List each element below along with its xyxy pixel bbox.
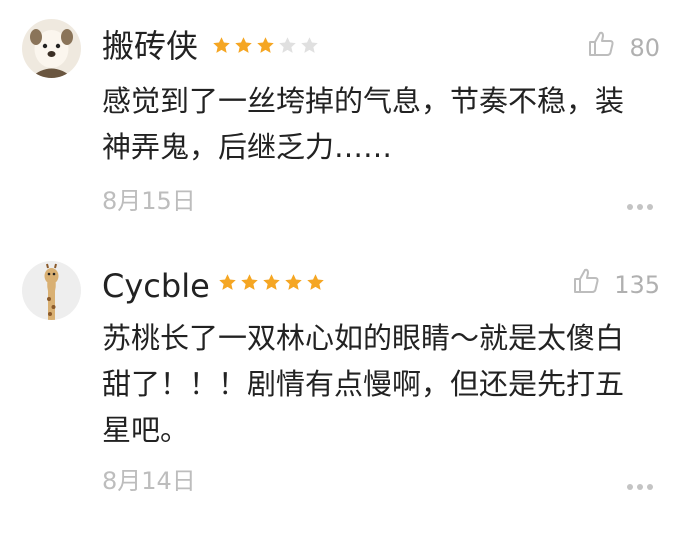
username[interactable]: Cycble [102,266,210,306]
star-empty-icon [279,37,296,53]
star-filled-icon [263,274,280,290]
like-count: 80 [629,33,660,62]
star-filled-icon [219,274,236,290]
star-filled-icon [285,274,302,290]
more-options-icon[interactable] [626,476,654,490]
thumbs-up-icon [587,30,615,65]
thumbs-up-icon [572,267,600,302]
review-item: 搬砖侠 80 感觉到了一丝垮掉的气息，节奏不稳，装神弄鬼，后继乏力…… 8月15… [0,0,698,240]
username[interactable]: 搬砖侠 [102,26,198,66]
like-button[interactable]: 80 [587,30,660,65]
like-button[interactable]: 135 [572,267,660,302]
star-empty-icon [301,37,318,53]
review-content: 苏桃长了一双林心如的眼睛～就是太傻白甜了！！！剧情有点慢啊，但还是先打五星吧。 [102,321,625,447]
rating-stars [212,36,319,55]
review-item: Cycble 135 苏桃长了一双林心如的眼睛～就是太傻白甜了！！！剧情有点慢啊… [0,240,698,535]
more-options-icon[interactable] [626,196,654,210]
star-filled-icon [241,274,258,290]
giraffe-avatar-icon[interactable] [22,261,81,320]
review-content: 感觉到了一丝垮掉的气息，节奏不稳，装神弄鬼，后继乏力…… [102,84,625,164]
rating-stars [218,273,325,292]
star-filled-icon [213,37,230,53]
star-filled-icon [257,37,274,53]
review-date: 8月15日 [102,187,196,215]
star-filled-icon [235,37,252,53]
dog-avatar-icon[interactable] [22,19,81,78]
star-filled-icon [307,274,324,290]
like-count: 135 [614,270,660,299]
review-date: 8月14日 [102,467,196,495]
